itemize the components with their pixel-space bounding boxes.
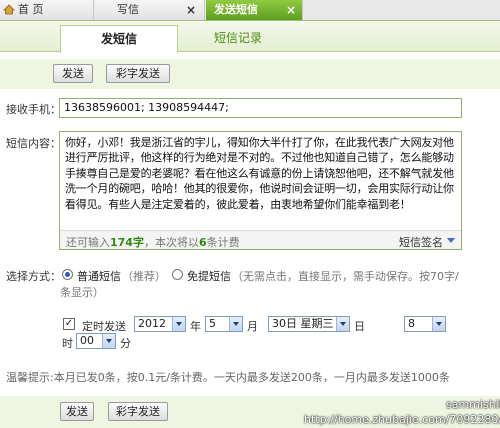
color-send-button[interactable]: 彩字发送 — [106, 64, 170, 83]
message-footer: 还可输入174字，本次将以6条计费 短信签名 — [60, 230, 461, 249]
notice-tip: 温馨提示:本月已发0条，按0.1元/条计费。一天内最多发送200条，一月内最多发… — [6, 371, 450, 384]
hour-select[interactable]: 8 — [404, 316, 446, 332]
tab-write-label: 写信 — [117, 3, 139, 16]
message-text[interactable]: 你好，小邓！我是浙江省的宇儿，得知你大半什打了你，在此我代表广大网友对他进行严厉… — [65, 135, 457, 212]
chevron-down-icon — [336, 317, 349, 331]
normal-sms-label[interactable]: 普通短信 — [77, 268, 121, 284]
radio-normal-sms[interactable] — [62, 269, 73, 280]
recipient-label: 接收手机： — [6, 103, 61, 116]
mode-label: 选择方式： — [6, 270, 61, 283]
tab-home[interactable]: 首 页 — [0, 0, 94, 20]
tab-sms-records[interactable]: 短信记录 — [188, 25, 288, 52]
tab-send-sms-sub[interactable]: 发短信 — [60, 25, 178, 53]
chevron-down-icon — [229, 317, 242, 331]
send-button[interactable]: 发送 — [53, 64, 93, 83]
minute-select[interactable]: 00 — [76, 333, 116, 349]
color-send-button[interactable]: 彩字发送 — [108, 402, 168, 421]
chevron-down-icon[interactable] — [447, 238, 455, 243]
recipient-input[interactable]: 13638596001; 13908594447; — [59, 98, 462, 118]
tab-write[interactable]: 写信 × — [95, 0, 205, 20]
day-unit: 日 — [354, 320, 365, 333]
send-button[interactable]: 发送 — [60, 402, 94, 421]
month-select[interactable]: 5 — [205, 316, 243, 332]
close-icon[interactable]: × — [286, 0, 296, 20]
minute-unit: 分 — [120, 337, 131, 350]
close-icon[interactable]: × — [186, 0, 196, 20]
chevron-down-icon — [172, 317, 185, 331]
message-textarea[interactable]: 你好，小邓！我是浙江省的宇儿，得知你大半什打了你，在此我代表广大网友对他进行严厉… — [59, 131, 462, 250]
schedule-checkbox[interactable]: ✓ — [63, 318, 75, 330]
top-tab-bar: 首 页 写信 × 发送短信 × — [0, 0, 500, 21]
watermark-url: http://home.zhubajie.com/7092280/ — [304, 413, 500, 426]
chevron-down-icon — [432, 317, 445, 331]
year-select[interactable]: 2012 — [134, 316, 186, 332]
tab-send-sms[interactable]: 发送短信 × — [206, 0, 303, 20]
month-unit: 月 — [247, 320, 258, 333]
tab-home-label: 首 页 — [18, 3, 44, 16]
watermark-user: sammishilf — [446, 398, 500, 411]
day-select[interactable]: 30日 星期三 — [268, 316, 350, 332]
char-counter: 还可输入174字，本次将以6条计费 — [66, 236, 240, 249]
schedule-label[interactable]: 定时发送 — [82, 318, 126, 334]
free-sms-note: （无需点击，直接显示，需手动保存。按70字/ — [232, 270, 459, 283]
hour-unit: 时 — [62, 337, 73, 350]
radio-free-sms[interactable] — [172, 269, 183, 280]
content-label: 短信内容： — [6, 137, 61, 150]
sub-tab-bar: 发短信 短信记录 — [0, 22, 500, 53]
chevron-down-icon — [102, 334, 115, 348]
normal-sms-note: （推荐） — [122, 270, 166, 283]
signature-link[interactable]: 短信签名 — [399, 234, 443, 250]
free-sms-label[interactable]: 免提短信 — [187, 268, 231, 284]
free-sms-note-2: 条显示） — [60, 286, 104, 299]
top-button-bar: 发送 彩字发送 — [0, 59, 500, 89]
tab-send-sms-label: 发送短信 — [214, 3, 258, 16]
year-unit: 年 — [190, 320, 201, 333]
home-icon — [3, 4, 15, 15]
